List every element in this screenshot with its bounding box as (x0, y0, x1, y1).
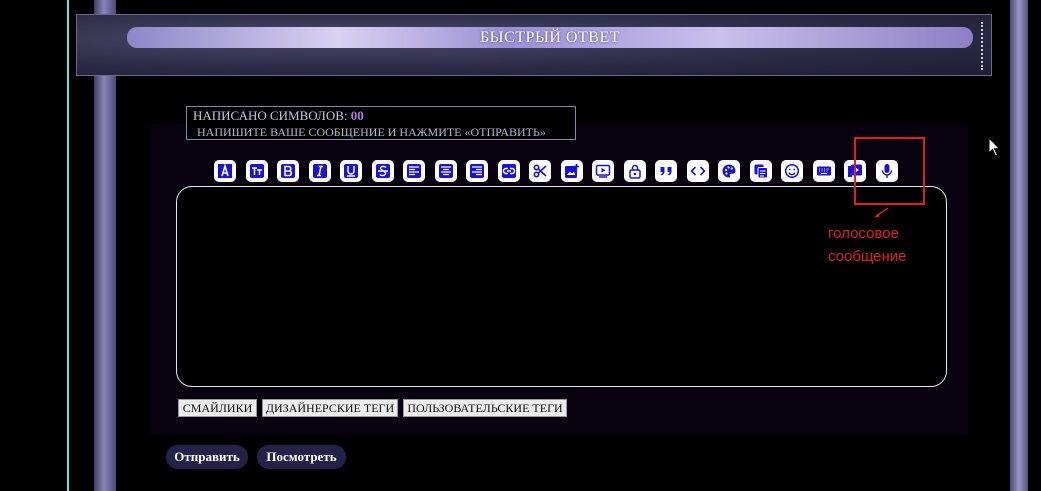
underline-icon (344, 164, 358, 178)
voice-message-annotation: голосовое сообщение (828, 222, 906, 268)
highlight-box (854, 137, 925, 205)
character-count-label: НАПИСАНО СИМВОЛОВ: (193, 108, 348, 123)
link-button[interactable] (497, 160, 520, 182)
align-center-icon (438, 164, 453, 178)
scissors-button[interactable] (529, 160, 551, 182)
align-right-icon (470, 164, 484, 178)
preview-button[interactable]: Посмотреть (257, 445, 346, 469)
strikethrough-icon (375, 164, 390, 178)
font-size-button[interactable] (245, 160, 268, 182)
palette-button[interactable] (718, 160, 740, 182)
code-icon (689, 166, 706, 176)
font-size-icon (249, 164, 264, 178)
smiley-button[interactable] (781, 160, 803, 182)
header-dotted-divider (981, 22, 985, 70)
bold-button[interactable] (277, 160, 299, 182)
bold-icon (281, 164, 295, 178)
strikethrough-button[interactable] (371, 160, 394, 182)
annotation-line-2: сообщение (828, 248, 907, 265)
link-icon (501, 164, 516, 178)
user-tags-button[interactable]: ПОЛЬЗОВАТЕЛЬСКИЕ ТЕГИ (403, 399, 567, 417)
submit-button[interactable]: Отправить (166, 445, 248, 469)
designer-tags-button[interactable]: ДИЗАЙНЕРСКИЕ ТЕГИ (262, 399, 398, 417)
character-count: НАПИСАНО СИМВОЛОВ: 00 (193, 108, 364, 124)
align-center-button[interactable] (434, 160, 457, 182)
lock-icon (628, 164, 641, 179)
quote-button[interactable] (655, 160, 677, 182)
quote-icon (660, 167, 672, 176)
lock-button[interactable] (623, 160, 646, 182)
smilies-button[interactable]: СМАЙЛИКИ (178, 399, 257, 417)
add-image-icon (564, 164, 579, 178)
underline-button[interactable] (340, 160, 362, 182)
align-left-button[interactable] (403, 160, 425, 182)
copy-button[interactable] (749, 160, 772, 182)
font-color-icon (218, 163, 232, 178)
character-count-value: 00 (350, 108, 364, 123)
keyboard-icon (816, 166, 831, 176)
video-icon (595, 164, 611, 178)
align-left-icon (407, 164, 421, 178)
copy-icon (754, 164, 768, 179)
character-counter-box: НАПИСАНО СИМВОЛОВ: 00 НАПИШИТЕ ВАШЕ СООБ… (186, 106, 576, 140)
italic-button[interactable] (308, 160, 331, 182)
right-decorative-column (1010, 0, 1028, 491)
add-image-button[interactable] (560, 160, 583, 182)
page-title: БЫСТРЫЙ ОТВЕТ (479, 28, 621, 46)
page-border-line (67, 0, 69, 491)
keyboard-button[interactable] (812, 160, 835, 182)
message-textarea[interactable] (176, 186, 947, 387)
annotation-line-1: голосовое (828, 225, 899, 242)
align-right-button[interactable] (466, 160, 488, 182)
code-button[interactable] (686, 160, 709, 182)
header-title-bar: БЫСТРЫЙ ОТВЕТ (127, 27, 973, 48)
message-hint: НАПИШИТЕ ВАШЕ СООБЩЕНИЕ И НАЖМИТЕ «ОТПРА… (197, 125, 546, 139)
annotation-arrow (874, 207, 889, 218)
smiley-icon (784, 163, 800, 179)
italic-icon (312, 164, 327, 178)
video-button[interactable] (592, 160, 614, 182)
scissors-icon (533, 164, 547, 178)
palette-icon (722, 164, 736, 178)
font-color-button[interactable] (214, 160, 236, 182)
mouse-cursor-icon (988, 137, 1001, 157)
